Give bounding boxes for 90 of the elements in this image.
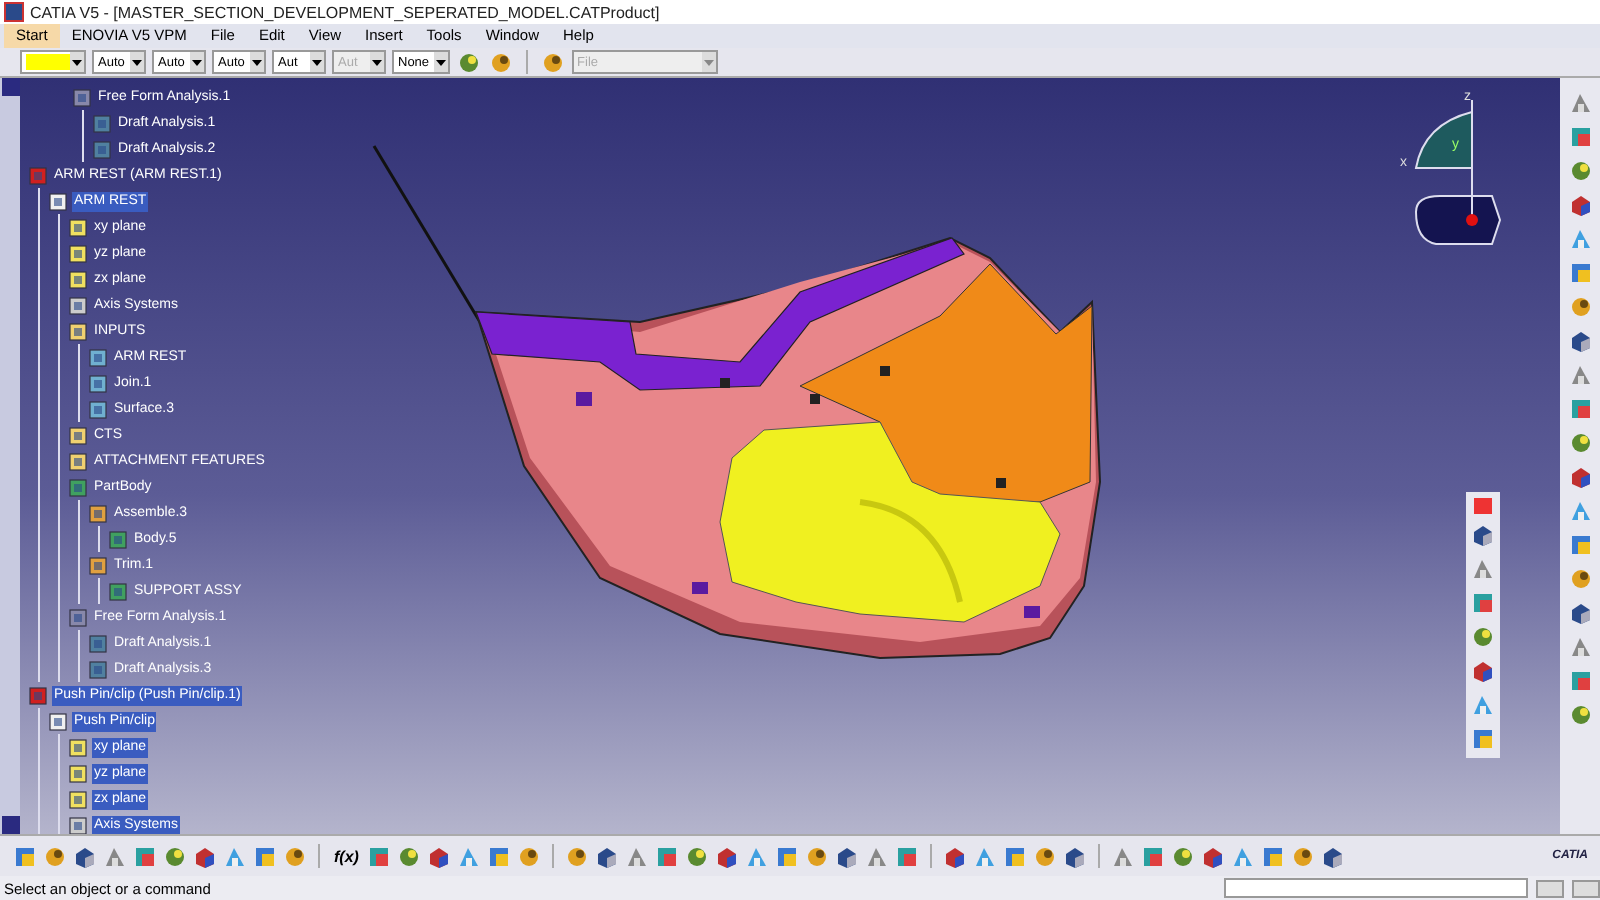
tool-icon[interactable]	[774, 843, 801, 869]
tool-icon[interactable]	[894, 843, 921, 869]
tree-node-icon	[68, 295, 88, 315]
tree-node-icon	[68, 815, 88, 834]
tree-node-icon	[72, 87, 92, 107]
window-button[interactable]	[1572, 879, 1600, 897]
tree-node-icon	[88, 503, 108, 523]
tree-node-icon	[48, 711, 68, 731]
caret-icon	[72, 59, 82, 65]
caret-icon	[132, 59, 142, 65]
tool-icon[interactable]	[714, 843, 741, 869]
tool-icon[interactable]	[1170, 843, 1197, 869]
tool-icon[interactable]	[1260, 843, 1287, 869]
tree-node-icon	[68, 607, 88, 627]
tree-node-icon	[88, 373, 108, 393]
tool-icon[interactable]	[1567, 328, 1593, 354]
tool-icon[interactable]	[1320, 843, 1347, 869]
tool-icon[interactable]	[366, 843, 393, 869]
app-icon	[4, 2, 24, 22]
caret-icon	[252, 59, 262, 65]
tree-node-icon	[68, 789, 88, 809]
tool-icon[interactable]	[594, 843, 621, 869]
tool-icon[interactable]	[804, 843, 831, 869]
tree-node-icon	[68, 321, 88, 341]
tool-icon[interactable]	[1470, 522, 1496, 548]
tool-icon[interactable]	[1567, 124, 1593, 150]
tree-node-icon	[68, 451, 88, 471]
tree-node-icon	[88, 555, 108, 575]
tool-icon[interactable]	[684, 843, 711, 869]
caret-icon	[312, 59, 322, 65]
scrollbar[interactable]	[0, 78, 20, 834]
command-field[interactable]	[1224, 878, 1528, 898]
tree-node-icon	[88, 659, 108, 679]
tree-node-icon	[48, 191, 68, 211]
tool-icon[interactable]	[1567, 430, 1593, 456]
tool-icon[interactable]	[1470, 726, 1496, 752]
tool-icon[interactable]	[1567, 566, 1593, 592]
tool-icon[interactable]	[942, 843, 969, 869]
tree-node-icon	[28, 685, 48, 705]
caret-icon	[435, 59, 446, 65]
tree-node-icon	[68, 737, 88, 757]
tool-icon[interactable]	[1567, 260, 1593, 286]
tree-node-icon	[88, 399, 108, 419]
tool-icon[interactable]	[834, 843, 861, 869]
tool-icon[interactable]	[1567, 668, 1593, 694]
tool-icon[interactable]	[1032, 843, 1059, 869]
tool-icon[interactable]	[1470, 658, 1496, 684]
tree-node-icon	[108, 581, 128, 601]
tool-icon[interactable]	[1470, 624, 1496, 650]
tool-icon[interactable]	[486, 843, 513, 869]
tool-icon[interactable]	[1062, 843, 1089, 869]
caret-icon	[192, 59, 202, 65]
tree-node-icon	[68, 763, 88, 783]
tool-icon[interactable]	[1140, 843, 1167, 869]
tool-icon[interactable]	[1567, 532, 1593, 558]
tree-node-icon	[68, 425, 88, 445]
tool-icon[interactable]	[1567, 294, 1593, 320]
tree-node-icon	[92, 113, 112, 133]
tool-icon[interactable]	[426, 843, 453, 869]
caret-icon	[372, 59, 382, 65]
tree-node-icon	[28, 165, 48, 185]
formula-button[interactable]: f(x)	[330, 847, 363, 865]
tool-icon[interactable]	[564, 843, 591, 869]
tool-icon[interactable]	[654, 843, 681, 869]
scroll-up-button[interactable]	[1, 78, 19, 96]
window-button[interactable]	[1536, 879, 1564, 897]
tool-icon[interactable]	[396, 843, 423, 869]
tool-icon[interactable]	[1002, 843, 1029, 869]
tree-node-icon	[108, 529, 128, 549]
tool-icon[interactable]	[1567, 158, 1593, 184]
tool-icon[interactable]	[1567, 192, 1593, 218]
tool-icon[interactable]	[1290, 843, 1317, 869]
tree-node-icon	[88, 633, 108, 653]
tree-node-icon	[68, 477, 88, 497]
caret-icon	[703, 59, 714, 65]
tool-icon[interactable]	[1470, 590, 1496, 616]
tool-icon[interactable]	[516, 843, 543, 869]
tool-icon[interactable]	[1567, 702, 1593, 728]
tree-node-icon	[68, 217, 88, 237]
tool-icon[interactable]	[1567, 464, 1593, 490]
window-title: CATIA V5 - [MASTER_SECTION_DEVELOPMENT_SEPERATED_MODEL.CATProduct]	[30, 3, 660, 21]
tree-node-icon	[92, 139, 112, 159]
tree-node-icon	[68, 269, 88, 289]
tool-icon[interactable]	[1567, 396, 1593, 422]
3d-viewport[interactable]	[20, 78, 1560, 834]
scroll-down-button[interactable]	[1, 816, 19, 834]
tree-node-icon	[88, 347, 108, 367]
tool-icon[interactable]	[1200, 843, 1227, 869]
tool-icon[interactable]	[1567, 600, 1593, 626]
tree-node-icon	[68, 243, 88, 263]
